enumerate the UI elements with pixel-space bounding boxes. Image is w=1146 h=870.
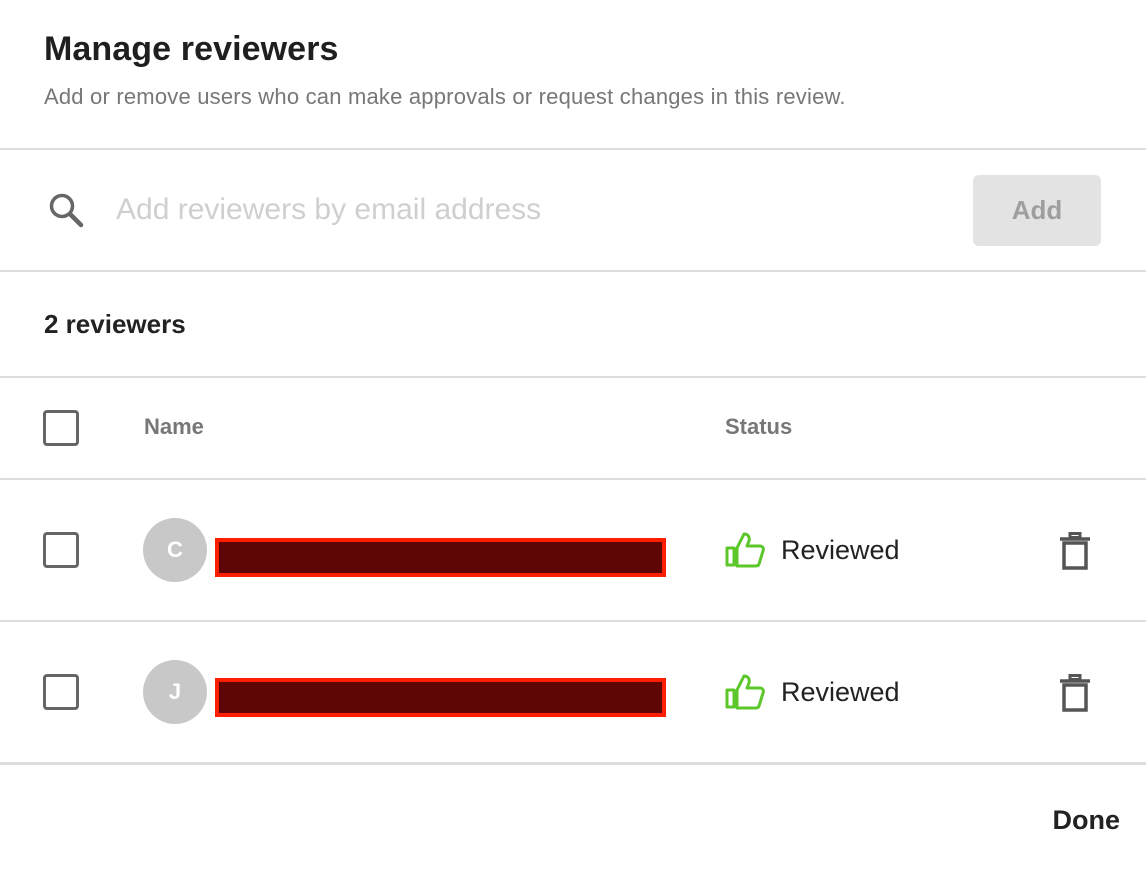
thumbs-up-icon bbox=[725, 674, 765, 710]
reviewer-email-input[interactable] bbox=[116, 186, 946, 234]
trash-icon[interactable] bbox=[1059, 532, 1091, 570]
divider bbox=[0, 376, 1146, 378]
select-all-checkbox[interactable] bbox=[43, 410, 79, 446]
divider bbox=[0, 270, 1146, 272]
row-checkbox[interactable] bbox=[43, 674, 79, 710]
divider bbox=[0, 478, 1146, 480]
dialog-title: Manage reviewers bbox=[44, 30, 339, 68]
dialog-subtitle: Add or remove users who can make approva… bbox=[44, 84, 846, 109]
reviewer-name-redacted bbox=[215, 538, 666, 577]
manage-reviewers-dialog: Manage reviewers Add or remove users who… bbox=[0, 0, 1146, 870]
thumbs-up-icon bbox=[725, 532, 765, 568]
trash-icon[interactable] bbox=[1059, 674, 1091, 712]
divider bbox=[0, 762, 1146, 765]
status-label: Reviewed bbox=[781, 535, 900, 565]
reviewer-name-redacted bbox=[215, 678, 666, 717]
divider bbox=[0, 620, 1146, 622]
avatar: J bbox=[143, 660, 207, 724]
column-header-name: Name bbox=[144, 414, 204, 439]
dialog-header: Manage reviewers Add or remove users who… bbox=[0, 0, 1146, 149]
column-header-status: Status bbox=[725, 414, 793, 439]
add-reviewer-button[interactable]: Add bbox=[973, 175, 1101, 246]
reviewer-count: 2 reviewers bbox=[44, 309, 186, 339]
status-label: Reviewed bbox=[781, 677, 900, 707]
row-checkbox[interactable] bbox=[43, 532, 79, 568]
done-button[interactable]: Done bbox=[1020, 800, 1121, 840]
avatar: C bbox=[143, 518, 207, 582]
search-icon bbox=[49, 193, 84, 228]
